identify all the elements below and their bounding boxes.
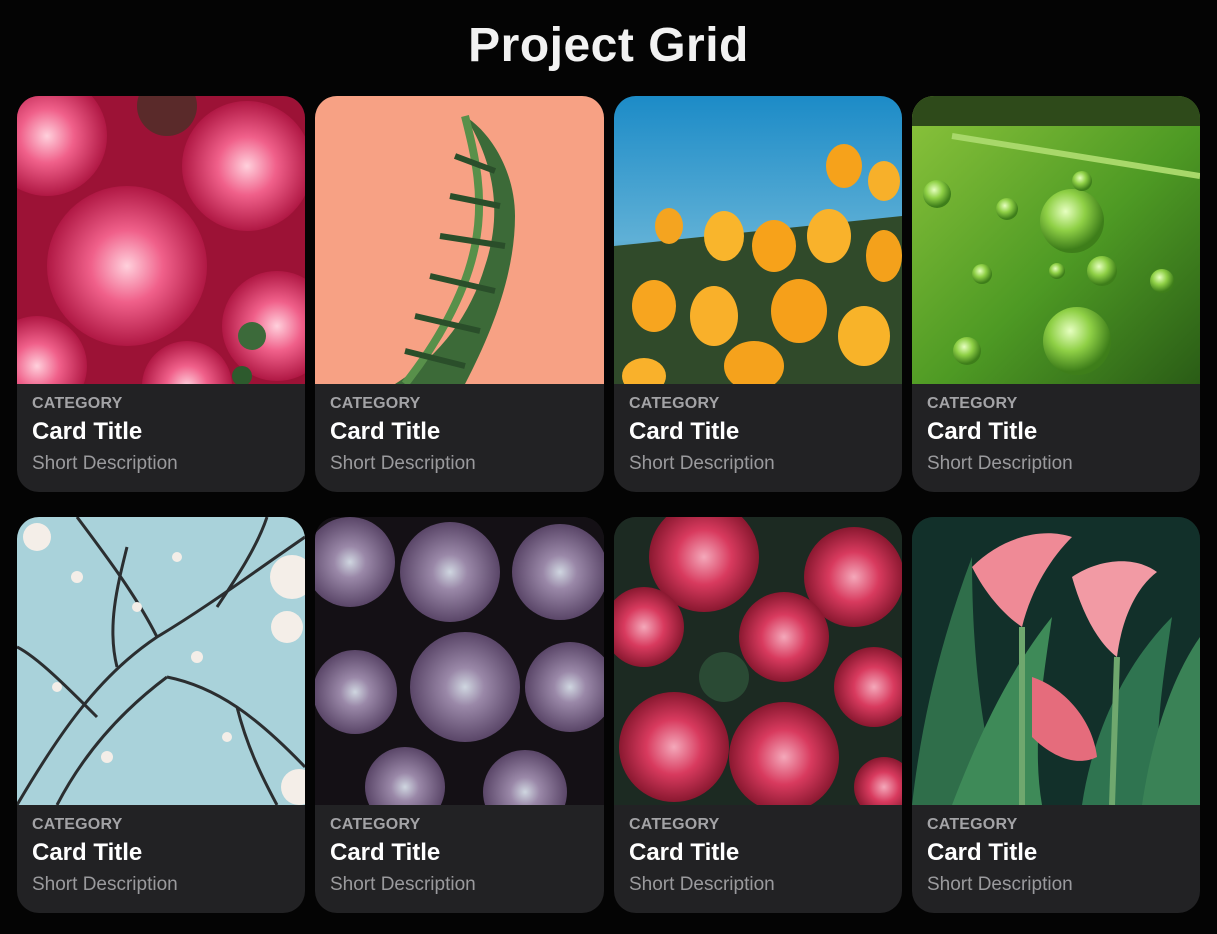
card-description: Short Description <box>330 453 476 474</box>
project-card[interactable]: CATEGORY Card Title Short Description <box>912 517 1200 913</box>
card-image-fern-on-peach <box>315 96 604 384</box>
project-card[interactable]: CATEGORY Card Title Short Description <box>17 96 305 492</box>
card-description: Short Description <box>927 874 1073 895</box>
card-category: CATEGORY <box>629 395 720 412</box>
card-category: CATEGORY <box>330 816 421 833</box>
card-image-blossom-branches <box>17 517 305 805</box>
project-card[interactable]: CATEGORY Card Title Short Description <box>614 96 902 492</box>
card-image-pink-dahlias <box>17 96 305 384</box>
card-title: Card Title <box>330 839 441 866</box>
card-title: Card Title <box>330 418 441 445</box>
card-image-red-hydrangeas <box>614 517 902 805</box>
card-description: Short Description <box>330 874 476 895</box>
project-card[interactable]: CATEGORY Card Title Short Description <box>315 96 604 492</box>
card-image-orange-poppies <box>614 96 902 384</box>
card-category: CATEGORY <box>32 816 123 833</box>
card-title: Card Title <box>927 418 1038 445</box>
card-category: CATEGORY <box>330 395 421 412</box>
card-category: CATEGORY <box>32 395 123 412</box>
card-title: Card Title <box>629 418 740 445</box>
card-title: Card Title <box>629 839 740 866</box>
card-title: Card Title <box>927 839 1038 866</box>
project-card[interactable]: CATEGORY Card Title Short Description <box>614 517 902 913</box>
card-title: Card Title <box>32 839 143 866</box>
card-category: CATEGORY <box>927 395 1018 412</box>
page-title: Project Grid <box>468 19 749 72</box>
card-image-calla-lilies <box>912 517 1200 805</box>
project-card[interactable]: CATEGORY Card Title Short Description <box>17 517 305 913</box>
card-category: CATEGORY <box>629 816 720 833</box>
card-description: Short Description <box>32 453 178 474</box>
card-title: Card Title <box>32 418 143 445</box>
card-description: Short Description <box>32 874 178 895</box>
project-grid: CATEGORY Card Title Short Description CA… <box>17 96 1200 913</box>
card-description: Short Description <box>629 453 775 474</box>
card-image-leaf-water-drops <box>912 96 1200 384</box>
card-category: CATEGORY <box>927 816 1018 833</box>
card-image-purple-succulents <box>315 517 604 805</box>
project-card[interactable]: CATEGORY Card Title Short Description <box>912 96 1200 492</box>
card-description: Short Description <box>927 453 1073 474</box>
project-card[interactable]: CATEGORY Card Title Short Description <box>315 517 604 913</box>
card-description: Short Description <box>629 874 775 895</box>
